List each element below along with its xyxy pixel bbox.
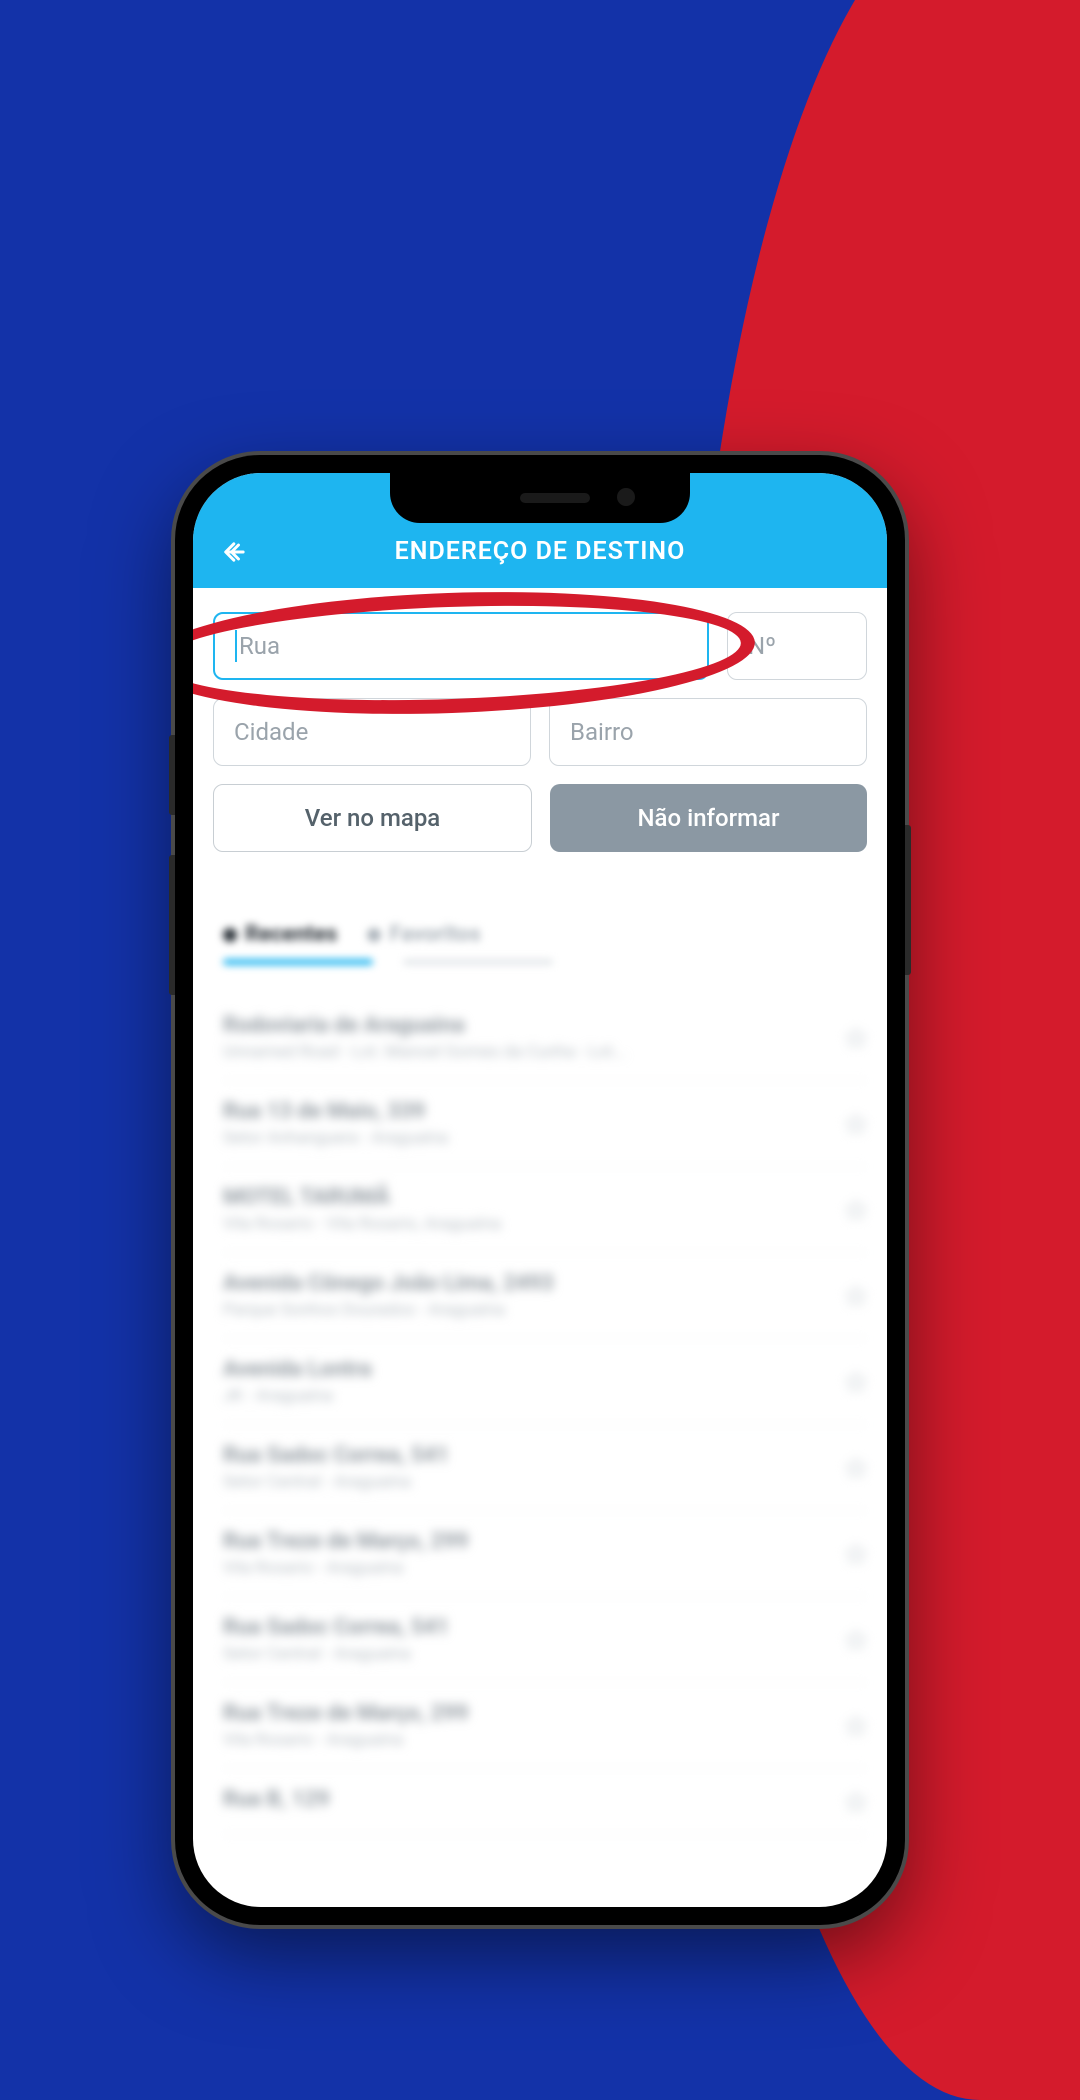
- list-item-title: Rua Treze de Março, 299: [223, 1529, 468, 1554]
- tab-favoritos[interactable]: Favoritos: [367, 922, 480, 959]
- list-item-title: MOTEL TARUMÃ: [223, 1185, 501, 1210]
- list-item[interactable]: Rodoviaria de Araguaina Unnamed Road - Lo…: [223, 995, 867, 1081]
- street-placeholder: Rua: [239, 632, 280, 660]
- city-input[interactable]: Cidade: [213, 698, 531, 766]
- address-form: Rua Nº Cidade Bairro Ver no mapa: [193, 588, 887, 862]
- list-item-subtitle: Vila Rosario - Araguaína: [223, 1558, 468, 1578]
- dot-icon: [223, 928, 237, 942]
- list-item[interactable]: Rua Treze de Março, 299 Vila Rosario - Ar…: [223, 1511, 867, 1597]
- list-item[interactable]: Rua Sadoc Correa, 541 Setor Central - Ara…: [223, 1425, 867, 1511]
- list-item-title: Rua Treze de Março, 299: [223, 1701, 468, 1726]
- phone-notch: [390, 473, 690, 523]
- favorite-star-icon[interactable]: [845, 1371, 867, 1393]
- list-item-subtitle: JK - Araguaína: [223, 1386, 371, 1406]
- list-item-title: Avenida Lontra: [223, 1357, 371, 1382]
- number-input[interactable]: Nº: [727, 612, 867, 680]
- list-item-subtitle: Vila Rosario - Araguaína: [223, 1730, 468, 1750]
- list-item-subtitle: Setor Anhanguera - Araguaína: [223, 1128, 448, 1148]
- list-item-title: Rua 13 de Maio, 339: [223, 1099, 448, 1124]
- list-item[interactable]: Rua 13 de Maio, 339 Setor Anhanguera - Ar…: [223, 1081, 867, 1167]
- page-title: ENDEREÇO DE DESTINO: [217, 537, 863, 566]
- list-item-subtitle: Vila Rosario - Vila Rosario, Araguaína: [223, 1214, 501, 1234]
- favorite-star-icon[interactable]: [845, 1199, 867, 1221]
- phone-frame: ENDEREÇO DE DESTINO Rua Nº Cidade Bairro: [175, 455, 905, 1925]
- favorite-star-icon[interactable]: [845, 1285, 867, 1307]
- phone-screen: ENDEREÇO DE DESTINO Rua Nº Cidade Bairro: [193, 473, 887, 1907]
- star-icon: [367, 928, 381, 942]
- list-item[interactable]: Avenida Cônego João Lima, 2493 Parque Son…: [223, 1253, 867, 1339]
- number-placeholder: Nº: [748, 632, 776, 660]
- favorite-star-icon[interactable]: [845, 1113, 867, 1135]
- favorite-star-icon[interactable]: [845, 1629, 867, 1651]
- list-item-title: Rua Sadoc Correa, 541: [223, 1615, 449, 1640]
- street-input[interactable]: Rua: [213, 612, 709, 680]
- favorite-star-icon[interactable]: [845, 1791, 867, 1813]
- district-input[interactable]: Bairro: [549, 698, 867, 766]
- list-item-title: Avenida Cônego João Lima, 2493: [223, 1271, 554, 1296]
- list-item[interactable]: Avenida Lontra JK - Araguaína: [223, 1339, 867, 1425]
- favorite-star-icon[interactable]: [845, 1543, 867, 1565]
- recent-list: Rodoviaria de Araguaina Unnamed Road - Lo…: [193, 965, 887, 1835]
- list-item-subtitle: Unnamed Road - Lot. Manoel Gomes da Cunh…: [223, 1042, 626, 1062]
- list-item-subtitle: Parque Sonhos Dourados - Araguaína: [223, 1300, 554, 1320]
- list-item-subtitle: Setor Central - Araguaína: [223, 1644, 449, 1664]
- list-item[interactable]: Rua Treze de Março, 299 Vila Rosario - Ar…: [223, 1683, 867, 1769]
- district-placeholder: Bairro: [570, 718, 634, 746]
- favorite-star-icon[interactable]: [845, 1027, 867, 1049]
- view-map-button[interactable]: Ver no mapa: [213, 784, 532, 852]
- back-arrow-icon[interactable]: [221, 538, 249, 566]
- skip-button[interactable]: Não informar: [550, 784, 867, 852]
- list-item-title: Rua Sadoc Correa, 541: [223, 1443, 449, 1468]
- list-item-title: Rodoviaria de Araguaina: [223, 1013, 626, 1038]
- tab-recentes[interactable]: Recentes: [223, 922, 337, 959]
- phone-power-button: [905, 825, 911, 975]
- list-item[interactable]: Rua B, 129: [223, 1769, 867, 1835]
- city-placeholder: Cidade: [234, 718, 308, 746]
- favorite-star-icon[interactable]: [845, 1457, 867, 1479]
- tabs: Recentes Favoritos: [193, 862, 887, 959]
- list-item-subtitle: Setor Central - Araguaína: [223, 1472, 449, 1492]
- favorite-star-icon[interactable]: [845, 1715, 867, 1737]
- list-item[interactable]: Rua Sadoc Correa, 541 Setor Central - Ara…: [223, 1597, 867, 1683]
- list-item[interactable]: MOTEL TARUMÃ Vila Rosario - Vila Rosario,…: [223, 1167, 867, 1253]
- list-item-title: Rua B, 129: [223, 1787, 329, 1812]
